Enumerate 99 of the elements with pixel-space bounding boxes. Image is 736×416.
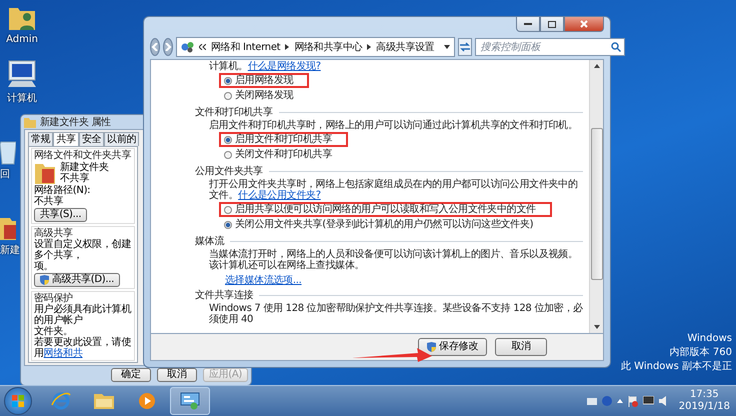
group-heading: 网络文件和文件夹共享 [34, 150, 132, 161]
dialog-tab[interactable]: 常规 [28, 132, 54, 146]
section-heading: 文件共享连接 [195, 290, 254, 301]
help-link[interactable]: 什么是公用文件夹? [238, 190, 321, 201]
folder-icon[interactable] [0, 215, 16, 241]
radio-button[interactable] [224, 206, 232, 214]
dialog-tab[interactable]: 安全 [78, 132, 104, 146]
shield-icon [427, 342, 436, 352]
radio-option[interactable]: 启用网络发现 [219, 73, 310, 88]
share-button[interactable]: 共享(S)... [34, 208, 88, 222]
activation-notice-text: Windows [687, 332, 732, 346]
radio-button[interactable] [224, 136, 232, 144]
scrollbar[interactable] [589, 60, 603, 333]
advanced-sharing-button[interactable]: 高级共享(D)... [34, 273, 120, 287]
section-heading: 文件和打印机共享 [195, 107, 273, 118]
scroll-up-icon [594, 64, 600, 68]
group-description: 文件夹。 [34, 326, 73, 337]
scroll-down-icon [594, 325, 600, 329]
desktop-icon-label[interactable]: Admin [6, 34, 38, 45]
network-path-label: 网络路径(N): [34, 185, 90, 196]
activation-notice-text: 内部版本 760 [670, 346, 732, 360]
radio-button[interactable] [224, 76, 232, 84]
group-description: 项。 [34, 261, 54, 272]
overflow-chevron-icon[interactable] [199, 44, 206, 50]
section-description: 当媒体流打开时，网络上的人员和设备便可以访问该计算机上的图片、音乐以及视频。该计算机还可以在网络上查找媒体。 [209, 249, 579, 271]
breadcrumb[interactable]: 网络和 Internet [211, 40, 280, 54]
tray-arrow-icon[interactable] [616, 399, 623, 403]
taskbar-app-button[interactable] [170, 387, 210, 415]
breadcrumb[interactable]: 网络和共享中心 [294, 40, 362, 54]
maximize-icon [548, 20, 556, 28]
network-center-link[interactable]: 网络和共 [44, 348, 83, 359]
share-status: 不共享 [60, 173, 90, 184]
group-description: 设置自定义权限，创建多个共享， [34, 239, 132, 261]
network-path-value: 不共享 [34, 196, 64, 207]
radio-option[interactable]: 启用共享以便可以访问网络的用户可以读取和写入公用文件夹中的文件 [219, 202, 552, 217]
radio-option[interactable]: 关闭文件和打印机共享 [219, 147, 338, 162]
section-description: 打开公用文件夹共享时，网络上包括家庭组成员在内的用户都可以访问公用文件夹中的文件。什么是公用文件夹? [209, 179, 579, 201]
clock-time[interactable]: 17:35 [690, 389, 719, 401]
clock-date[interactable]: 2019/1/18 [678, 401, 730, 413]
media-options-link[interactable]: 选择媒体流选项... [225, 275, 302, 286]
close-icon [580, 20, 588, 28]
chevron-icon [285, 44, 290, 50]
footer-button[interactable]: 保存修改 [418, 338, 487, 356]
dialog-button[interactable]: 确定 [110, 368, 151, 382]
minimize-button[interactable] [516, 17, 540, 32]
folder-name: 新建文件夹 [60, 162, 109, 173]
radio-button[interactable] [224, 220, 232, 228]
windows-logo-icon [12, 395, 24, 407]
recycle-bin-icon[interactable] [0, 139, 16, 165]
back-button[interactable] [150, 38, 160, 56]
breadcrumb[interactable]: 高级共享设置 [376, 40, 434, 54]
dialog-title: 新建文件夹 属性 [40, 116, 111, 129]
search-icon[interactable] [611, 42, 622, 52]
footer-button[interactable]: 取消 [495, 338, 547, 356]
shield-icon [40, 275, 49, 285]
desktop-icon-label[interactable]: 回 [0, 167, 10, 181]
network-monitor-icon[interactable] [642, 396, 654, 406]
dialog-tab[interactable]: 共享 [53, 132, 79, 146]
minimize-icon [524, 22, 532, 26]
address-bar[interactable]: 网络和 Internet 网络和共享中心 高级共享设置 [176, 37, 456, 57]
section-description: Windows 7 使用 128 位加密帮助保护文件共享连接。某些设备不支持 128 位加密，必须使用 40 [209, 303, 583, 325]
dialog-tab[interactable]: 以前的 [104, 132, 140, 146]
refresh-icon [459, 42, 472, 52]
section-heading: 公用文件夹共享 [195, 166, 263, 177]
change-setting-text: 若要更改此设置，请使用网络和共 [34, 337, 132, 359]
maximize-button[interactable] [540, 17, 564, 32]
help-link[interactable]: 什么是网络发现? [248, 61, 321, 72]
section-heading: 媒体流 [195, 236, 224, 247]
section-description: 启用文件和打印机共享时，网络上的用户可以访问通过此计算机共享的文件和打印机。 [209, 120, 578, 131]
desktop-icon-label[interactable]: 计算机 [7, 91, 37, 105]
folder-icon [93, 392, 115, 410]
network-settings-icon [180, 392, 200, 410]
radio-option[interactable]: 启用文件和打印机共享 [219, 132, 348, 147]
forward-button[interactable] [163, 38, 173, 56]
keyboard-icon [586, 398, 597, 404]
dropdown-arrow-icon[interactable] [444, 45, 450, 49]
group-description: 用户必须具有此计算机的用户帐户 [34, 304, 132, 326]
flag-icon[interactable] [628, 396, 638, 406]
scrollbar-thumb[interactable] [590, 128, 602, 280]
radio-button[interactable] [224, 92, 232, 100]
group-heading: 高级共享 [34, 228, 73, 239]
radio-option[interactable]: 关闭公用文件夹共享(登录到此计算机的用户仍然可以访问这些文件夹) [219, 217, 538, 232]
play-icon [138, 392, 156, 410]
chevron-icon [367, 44, 372, 50]
close-button[interactable] [564, 17, 604, 32]
start-button[interactable] [4, 387, 32, 415]
radio-button[interactable] [224, 150, 232, 158]
activation-notice-text: 此 Windows 副本不是正 [621, 360, 732, 374]
network-icon [181, 41, 194, 53]
computer-icon[interactable] [6, 59, 38, 89]
browser-e-icon [51, 391, 71, 411]
dialog-button[interactable]: 取消 [156, 368, 197, 382]
folder-icon [34, 161, 56, 185]
desktop-icon-label[interactable]: 新建 [0, 243, 20, 257]
search-field[interactable]: 搜索控制面板 [475, 38, 626, 56]
section-description: 计算机。什么是网络发现? [209, 61, 321, 72]
refresh-button[interactable] [458, 38, 472, 56]
radio-option[interactable]: 关闭网络发现 [219, 88, 298, 103]
group-heading: 密码保护 [34, 293, 73, 304]
